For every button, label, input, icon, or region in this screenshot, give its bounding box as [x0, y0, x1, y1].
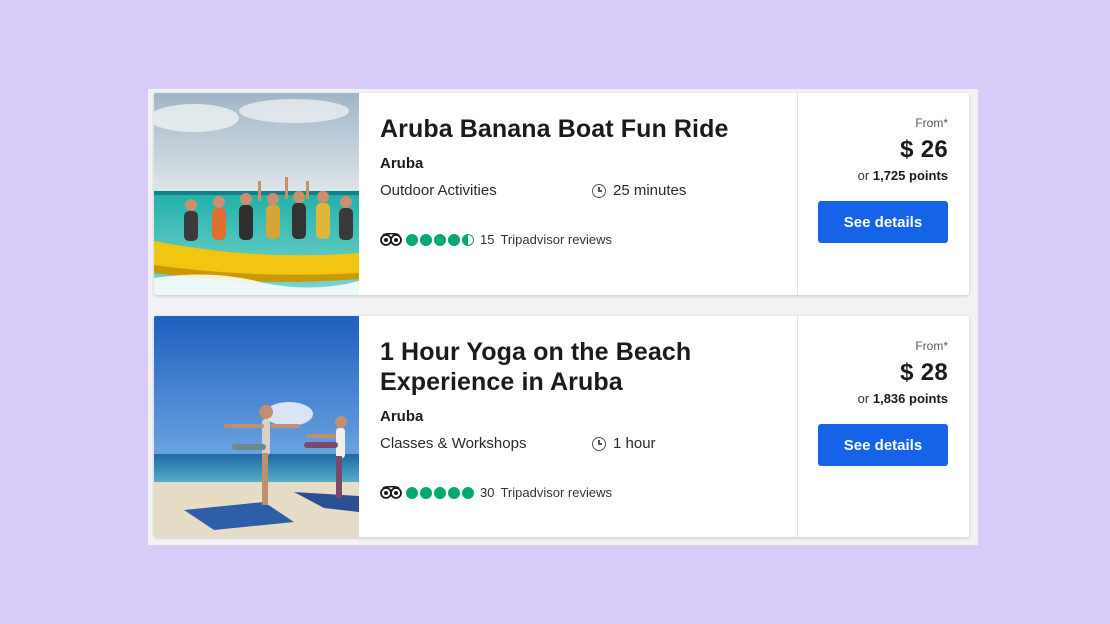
rating-bubble-icon	[406, 486, 418, 499]
see-details-button[interactable]: See details	[818, 201, 948, 243]
price-column: From* $ 28 or 1,836 points See details	[797, 316, 969, 537]
clock-icon	[592, 436, 606, 451]
review-label: Tripadvisor reviews	[500, 485, 612, 500]
points-value: 1,725 points	[872, 168, 948, 183]
rating-bubble-icon	[420, 233, 432, 246]
tripadvisor-rating[interactable]: 15 Tripadvisor reviews	[380, 232, 612, 247]
points-prefix: or	[857, 168, 870, 183]
listing-image-beach-yoga[interactable]	[154, 316, 359, 537]
results-panel: Aruba Banana Boat Fun Ride Aruba Outdoor…	[148, 89, 978, 545]
points: or 1,836 points	[798, 391, 948, 406]
listing-info: Aruba Banana Boat Fun Ride Aruba Outdoor…	[359, 93, 797, 295]
listing-duration: 1 hour	[592, 435, 656, 452]
duration-text: 25 minutes	[613, 182, 687, 199]
see-details-button[interactable]: See details	[818, 424, 948, 466]
listing-card[interactable]: 1 Hour Yoga on the Beach Experience in A…	[154, 316, 969, 537]
points: or 1,725 points	[798, 168, 948, 183]
tripadvisor-rating[interactable]: 30 Tripadvisor reviews	[380, 485, 612, 500]
from-label: From*	[915, 339, 948, 353]
rating-bubble-icon	[434, 486, 446, 499]
price-column: From* $ 26 or 1,725 points See details	[797, 93, 969, 295]
price: $ 26	[900, 136, 948, 163]
listing-duration: 25 minutes	[592, 182, 686, 199]
tripadvisor-owl-icon	[380, 233, 402, 246]
listing-card[interactable]: Aruba Banana Boat Fun Ride Aruba Outdoor…	[154, 93, 969, 295]
rating-bubble-icon	[448, 233, 460, 246]
listing-category: Outdoor Activities	[380, 182, 497, 199]
listing-location: Aruba	[380, 155, 424, 172]
rating-bubble-icon	[448, 486, 460, 499]
listing-location: Aruba	[380, 408, 424, 425]
review-count: 30	[480, 485, 495, 500]
rating-half-bubble-icon	[462, 233, 474, 246]
listing-info: 1 Hour Yoga on the Beach Experience in A…	[359, 316, 797, 537]
rating-bubble-icon	[420, 486, 432, 499]
duration-text: 1 hour	[613, 435, 656, 452]
rating-bubble-icon	[434, 233, 446, 246]
rating-bubble-icon	[462, 486, 474, 499]
clock-icon	[592, 183, 606, 198]
rating-bubbles	[406, 486, 474, 499]
listing-meta: Classes & Workshops 1 hour	[380, 435, 797, 452]
listing-image-banana-boat[interactable]	[154, 93, 359, 295]
rating-bubbles	[406, 233, 474, 246]
review-label: Tripadvisor reviews	[500, 232, 612, 247]
listing-title[interactable]: 1 Hour Yoga on the Beach Experience in A…	[380, 337, 740, 397]
price: $ 28	[900, 359, 948, 386]
points-prefix: or	[857, 391, 870, 406]
review-count: 15	[480, 232, 495, 247]
from-label: From*	[915, 116, 948, 130]
rating-bubble-icon	[406, 233, 418, 246]
points-value: 1,836 points	[872, 391, 948, 406]
listing-category: Classes & Workshops	[380, 435, 527, 452]
listing-meta: Outdoor Activities 25 minutes	[380, 182, 797, 199]
tripadvisor-owl-icon	[380, 486, 402, 499]
listing-title[interactable]: Aruba Banana Boat Fun Ride	[380, 114, 740, 144]
